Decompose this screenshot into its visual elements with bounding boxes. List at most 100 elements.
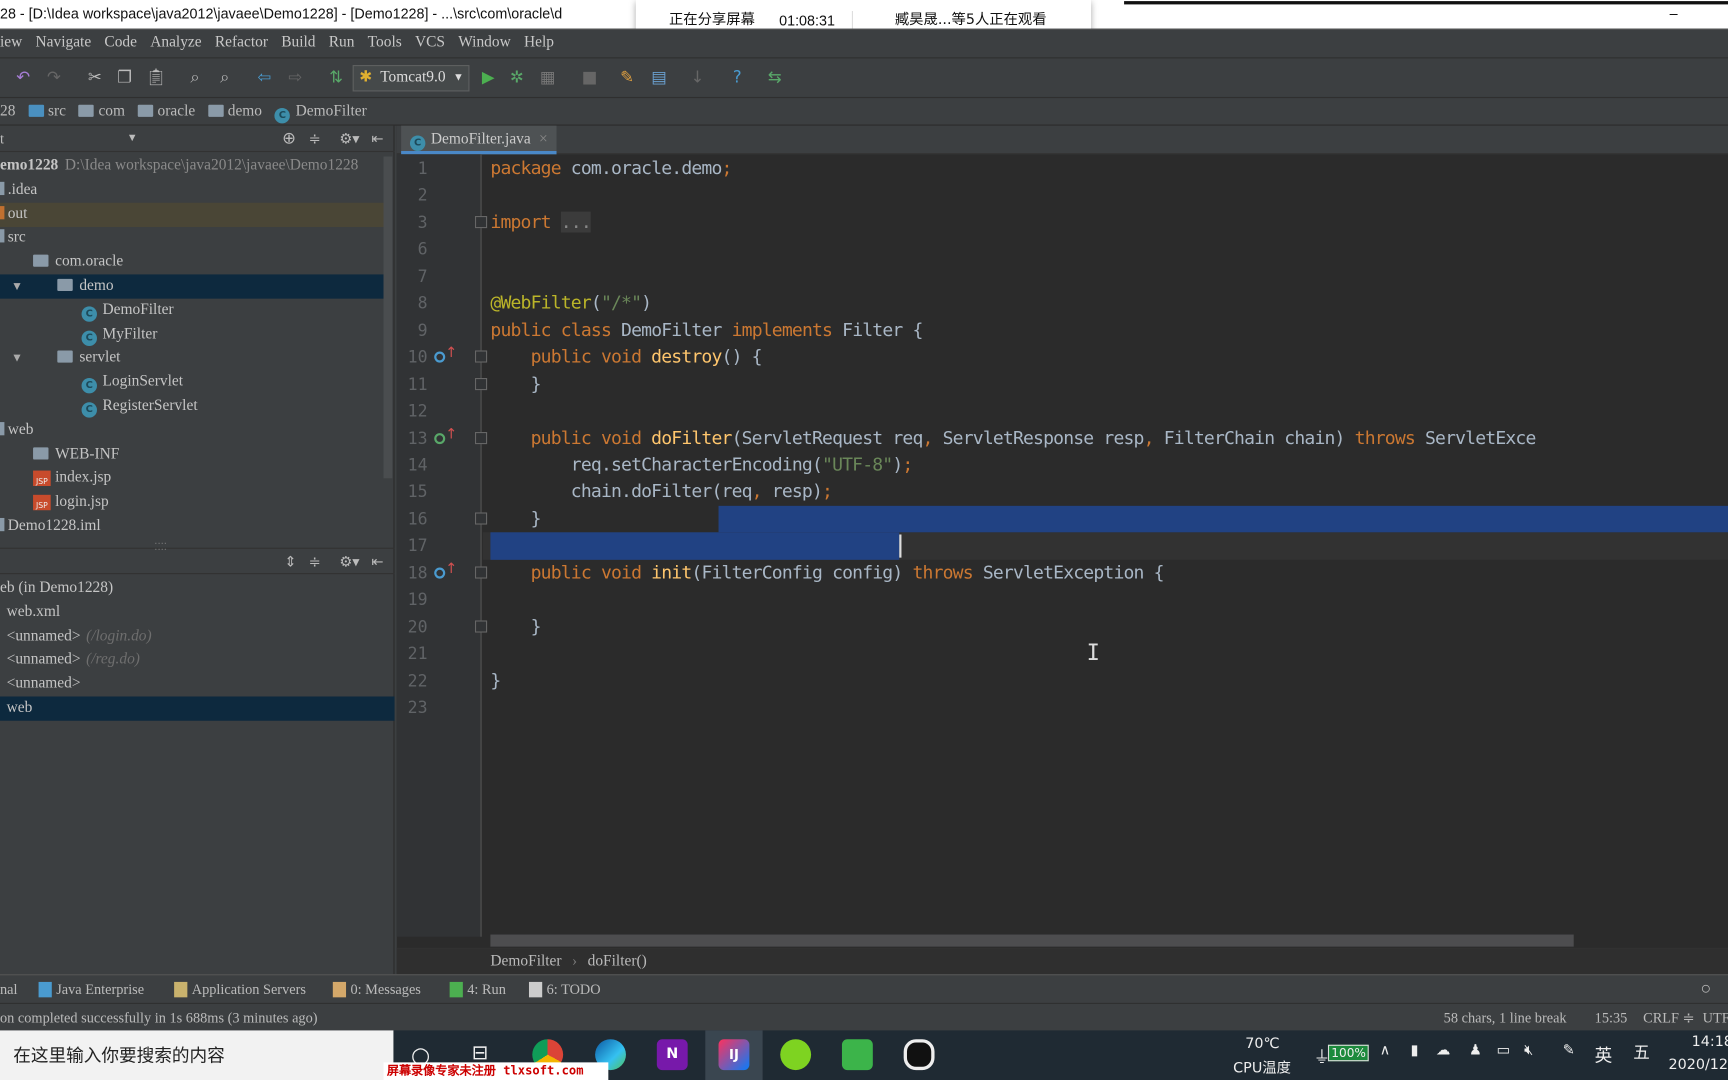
- code-line[interactable]: public void init(FilterConfig config) th…: [490, 562, 1165, 583]
- tool-window-run[interactable]: 4: Run: [449, 975, 506, 1004]
- tree-item[interactable]: C DemoFilter: [0, 298, 384, 322]
- gear-icon[interactable]: ⚙▾: [339, 549, 359, 575]
- tree-item[interactable]: C MyFilter: [0, 322, 384, 346]
- coverage-icon[interactable]: ▦: [538, 67, 558, 87]
- code-line[interactable]: }: [490, 373, 542, 394]
- project-structure-icon[interactable]: ✎: [617, 67, 637, 87]
- onenote-icon[interactable]: N: [656, 1039, 688, 1071]
- ime-mode[interactable]: 五: [1633, 1040, 1650, 1063]
- paste-icon[interactable]: 📋︎: [145, 67, 166, 87]
- volume-muted-icon[interactable]: 🔇︎: [1524, 1043, 1533, 1060]
- tree-item[interactable]: ▼ servlet: [0, 346, 384, 370]
- fold-marker-icon[interactable]: [474, 215, 488, 229]
- run-config-select[interactable]: ✱ Tomcat9.0 ▼: [352, 65, 470, 92]
- ime-indicator[interactable]: 英: [1595, 1040, 1613, 1066]
- crumb-class[interactable]: DemoFilter: [490, 953, 561, 970]
- intellij-icon[interactable]: IJ: [718, 1039, 750, 1071]
- help-icon[interactable]: ?: [727, 67, 747, 87]
- code-line[interactable]: public void doFilter(ServletRequest req,…: [490, 427, 1537, 448]
- scrollbar[interactable]: [383, 156, 393, 479]
- collapse-icon[interactable]: ≑: [309, 549, 321, 575]
- menu-window[interactable]: Window: [458, 34, 511, 51]
- code-line[interactable]: }: [490, 616, 542, 637]
- code-line[interactable]: public void destroy() {: [490, 346, 763, 367]
- menu-run[interactable]: Run: [329, 34, 355, 51]
- code-line[interactable]: chain.doFilter(req, resp);: [490, 481, 833, 502]
- tab-demofilter-java[interactable]: C DemoFilter.java ×: [401, 125, 557, 155]
- tool-window-javaenterprise[interactable]: Java Enterprise: [38, 975, 144, 1004]
- breadcrumb-item[interactable]: demo: [228, 104, 262, 121]
- forward-icon[interactable]: ⇨: [285, 67, 305, 87]
- breadcrumb-item[interactable]: DemoFilter: [296, 104, 367, 121]
- tool-window-todo[interactable]: 6: TODO: [528, 975, 601, 1004]
- tree-item[interactable]: ▼ demo: [0, 274, 384, 299]
- tool-window-nal[interactable]: nal: [0, 975, 18, 1004]
- tree-item[interactable]: .idea: [0, 178, 384, 202]
- implements-method-icon[interactable]: [434, 432, 446, 444]
- tree-item[interactable]: Demo1228.iml: [0, 515, 384, 539]
- breadcrumb-item[interactable]: 28: [0, 104, 15, 121]
- web-tree-item[interactable]: web.xml: [0, 600, 395, 624]
- microphone-icon[interactable]: ▮: [1411, 1043, 1419, 1060]
- tool-window-messages[interactable]: 0: Messages: [332, 975, 421, 1004]
- update-icon[interactable]: ⇆: [765, 67, 785, 87]
- fold-marker-icon[interactable]: [474, 350, 488, 363]
- chevron-down-icon[interactable]: ▼: [127, 126, 138, 152]
- tree-item[interactable]: JSP index.jsp: [0, 467, 384, 491]
- app-icon[interactable]: [780, 1039, 812, 1071]
- cut-icon[interactable]: ✂: [85, 67, 105, 87]
- menu-code[interactable]: Code: [104, 34, 137, 51]
- menu-iew[interactable]: iew: [0, 34, 22, 51]
- make-icon[interactable]: ⇅: [326, 67, 346, 87]
- code-line[interactable]: import ...: [490, 211, 592, 233]
- splitter-handle[interactable]: ⁚⁚⁚⁚: [154, 533, 167, 559]
- tree-item[interactable]: C RegisterServlet: [0, 395, 384, 419]
- qq-icon[interactable]: [903, 1039, 935, 1071]
- menu-analyze[interactable]: Analyze: [150, 34, 201, 51]
- menu-navigate[interactable]: Navigate: [36, 34, 92, 51]
- breadcrumb-item[interactable]: com: [98, 104, 125, 121]
- vcs-icon[interactable]: ↓: [688, 67, 708, 87]
- breadcrumb-item[interactable]: oracle: [158, 104, 196, 121]
- line-separator[interactable]: CRLF ≑: [1643, 1004, 1694, 1032]
- web-tree-item[interactable]: <unnamed> (/login.do): [0, 624, 395, 648]
- horizontal-scrollbar[interactable]: [490, 934, 1574, 947]
- code-line[interactable]: }: [490, 508, 542, 529]
- tree-item[interactable]: web: [0, 419, 384, 443]
- clock-date[interactable]: 2020/12: [1668, 1057, 1728, 1074]
- breadcrumb-item[interactable]: src: [48, 104, 66, 121]
- search-icon[interactable]: ○: [1700, 975, 1711, 1004]
- copy-icon[interactable]: ❐: [115, 67, 135, 87]
- fold-marker-icon[interactable]: [474, 512, 488, 525]
- replace-icon[interactable]: ⌕: [215, 67, 235, 87]
- crumb-method[interactable]: doFilter(): [588, 953, 647, 970]
- fold-marker-icon[interactable]: [474, 431, 488, 444]
- fold-marker-icon[interactable]: [474, 377, 488, 390]
- code-editor[interactable]: C DemoFilter.java × 1 2 3 6 7 8 9 10 ↑ 11 12 13 ↑ 14 15…: [396, 125, 1728, 975]
- web-tree-item[interactable]: eb (in Demo1228): [0, 576, 395, 600]
- tree-item[interactable]: src: [0, 226, 384, 250]
- collapse-icon[interactable]: ≑: [309, 126, 321, 152]
- task-view-icon[interactable]: ⊟: [472, 1041, 489, 1064]
- undo-icon[interactable]: ↶: [13, 67, 33, 87]
- tool-window-applicationservers[interactable]: Application Servers: [174, 975, 306, 1004]
- back-icon[interactable]: ⇦: [255, 67, 275, 87]
- sdk-icon[interactable]: ▤: [649, 67, 669, 87]
- expand-arrow-icon[interactable]: ▼: [11, 346, 23, 370]
- expand-icon[interactable]: ⇕: [284, 549, 296, 575]
- project-view-select[interactable]: t: [0, 130, 4, 147]
- tree-item[interactable]: com.oracle: [0, 250, 384, 274]
- expand-arrow-icon[interactable]: ▼: [11, 274, 23, 298]
- hide-icon[interactable]: ⇤: [371, 126, 383, 152]
- run-icon[interactable]: ▶: [478, 67, 498, 87]
- qq-tray-icon[interactable]: ♟: [1469, 1043, 1482, 1060]
- code-line[interactable]: @WebFilter("/*"): [490, 292, 652, 313]
- cloud-icon[interactable]: ☁: [1436, 1043, 1450, 1060]
- redo-icon[interactable]: ↷: [44, 67, 64, 87]
- web-tree-item[interactable]: <unnamed> (/reg.do): [0, 648, 395, 672]
- hide-icon[interactable]: ⇤: [371, 549, 383, 575]
- pen-icon[interactable]: ✎: [1563, 1043, 1575, 1060]
- display-icon[interactable]: ▭: [1497, 1043, 1511, 1060]
- implements-method-icon[interactable]: [434, 567, 446, 579]
- menu-help[interactable]: Help: [524, 34, 554, 51]
